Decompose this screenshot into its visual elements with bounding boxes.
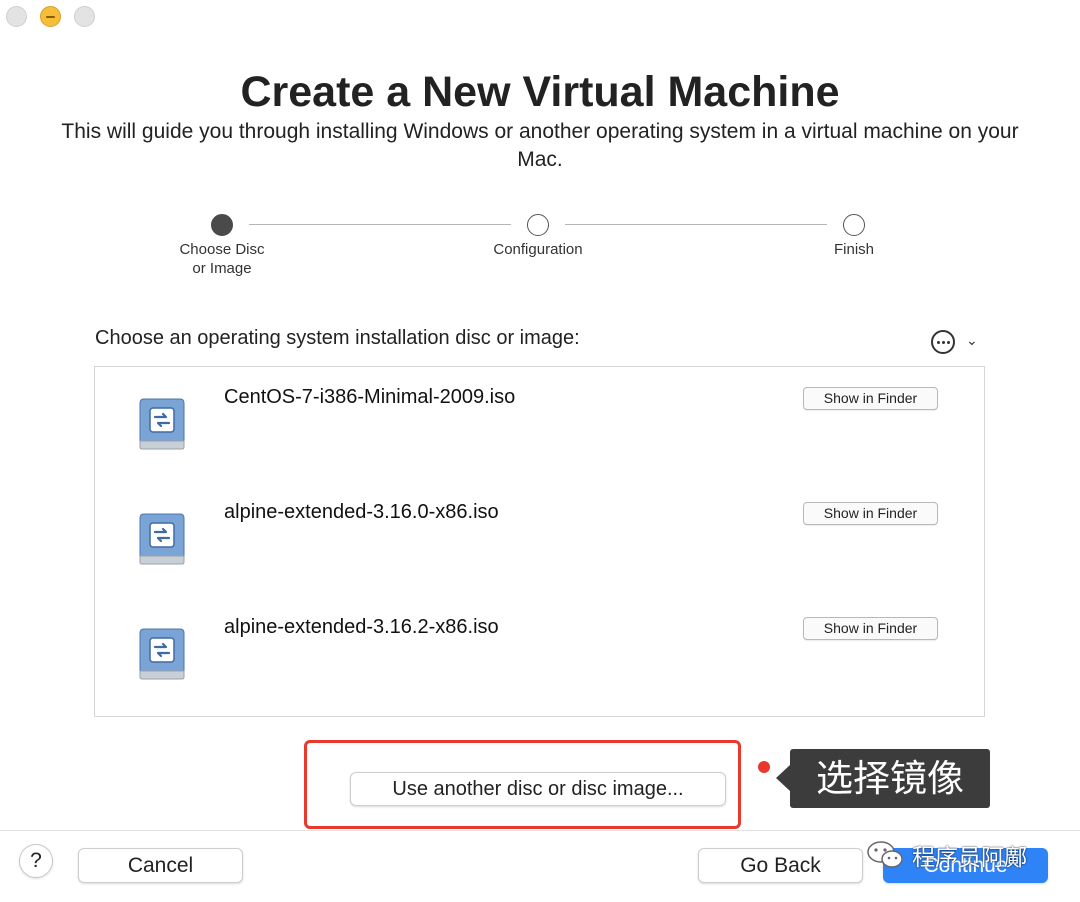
minimize-window-button[interactable] (40, 6, 61, 27)
cancel-button[interactable]: Cancel (78, 848, 243, 883)
annotation-dot (758, 761, 770, 773)
disc-image-name: alpine-extended-3.16.2-x86.iso (224, 616, 499, 638)
help-button[interactable]: ? (19, 844, 53, 878)
step-indicator-configuration (527, 214, 549, 236)
show-in-finder-button[interactable]: Show in Finder (803, 387, 938, 410)
show-in-finder-button[interactable]: Show in Finder (803, 617, 938, 640)
disc-image-icon (139, 628, 185, 680)
disc-image-list: CentOS-7-i386-Minimal-2009.iso Show in F… (94, 366, 985, 717)
disc-image-icon (139, 398, 185, 450)
show-in-finder-button[interactable]: Show in Finder (803, 502, 938, 525)
chooser-label: Choose an operating system installation … (95, 327, 580, 349)
window-controls (6, 6, 95, 27)
list-item[interactable]: CentOS-7-i386-Minimal-2009.iso Show in F… (95, 367, 984, 482)
disc-image-name: alpine-extended-3.16.0-x86.iso (224, 501, 499, 523)
list-item[interactable]: alpine-extended-3.16.0-x86.iso Show in F… (95, 482, 984, 597)
annotation-callout: 选择镜像 (776, 749, 990, 808)
step-label-choose: Choose Disc or Image (179, 241, 265, 277)
step-label-finish: Finish (833, 241, 874, 258)
page-subtitle: This will guide you through installing W… (61, 120, 1019, 171)
chevron-down-icon[interactable]: ⌄ (966, 332, 978, 349)
go-back-button[interactable]: Go Back (698, 848, 863, 883)
step-indicator-finish (843, 214, 865, 236)
page-title: Create a New Virtual Machine (240, 68, 840, 116)
step-connector (249, 224, 511, 225)
zoom-window-button[interactable] (74, 6, 95, 27)
step-connector (565, 224, 827, 225)
disc-image-name: CentOS-7-i386-Minimal-2009.iso (224, 386, 516, 408)
use-another-disc-button[interactable]: Use another disc or disc image... (350, 772, 726, 806)
disc-image-icon (139, 513, 185, 565)
wechat-icon (867, 841, 903, 868)
list-item[interactable]: alpine-extended-3.16.2-x86.iso Show in F… (95, 597, 984, 712)
ellipsis-circle-icon[interactable] (931, 330, 955, 354)
step-label-configuration: Configuration (493, 241, 583, 258)
close-window-button[interactable] (6, 6, 27, 27)
footer-divider (0, 830, 1080, 831)
watermark: 程序员阿鄺 (866, 838, 1027, 872)
watermark-text: 程序员阿鄺 (912, 844, 1027, 870)
step-indicator-choose (211, 214, 233, 236)
progress-steps: Choose Disc or Image Configuration Finis… (0, 212, 1080, 292)
